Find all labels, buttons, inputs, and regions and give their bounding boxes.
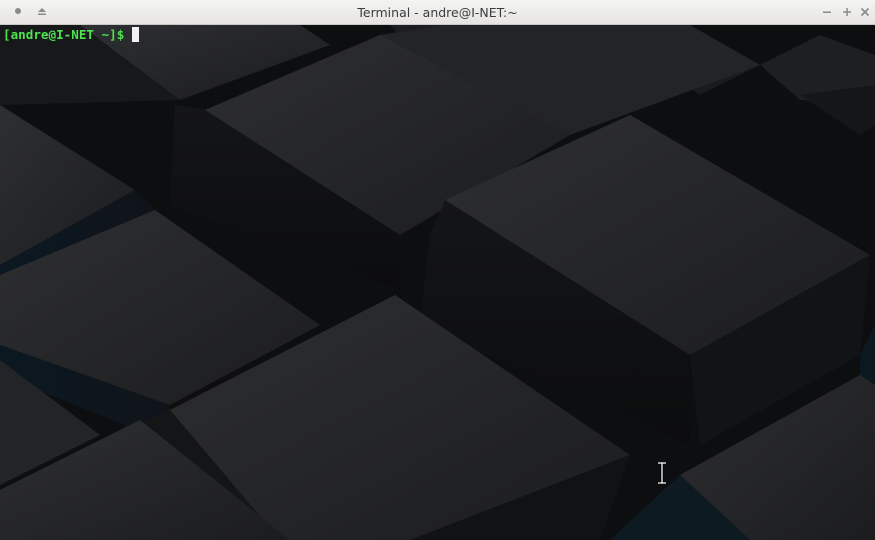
- maximize-icon[interactable]: [838, 3, 856, 21]
- close-icon[interactable]: [856, 3, 874, 21]
- window-title: Terminal - andre@I-NET:~: [357, 5, 518, 20]
- minimize-icon[interactable]: [818, 3, 836, 21]
- text-cursor-ibeam-icon: [656, 461, 668, 488]
- cube-wallpaper-background: [0, 25, 875, 540]
- block-cursor: [132, 27, 140, 42]
- command-line[interactable]: [andre@I-NET ~]$: [3, 26, 140, 44]
- shade-icon[interactable]: [33, 3, 51, 21]
- terminal-area[interactable]: [andre@I-NET ~]$: [0, 25, 875, 540]
- window-menu-icon[interactable]: [9, 3, 27, 21]
- shell-prompt: [andre@I-NET ~]$: [3, 27, 125, 42]
- title-bar[interactable]: Terminal - andre@I-NET:~: [0, 0, 875, 25]
- terminal-window: Terminal - andre@I-NET:~ [andre@I-NET ~]…: [0, 0, 875, 540]
